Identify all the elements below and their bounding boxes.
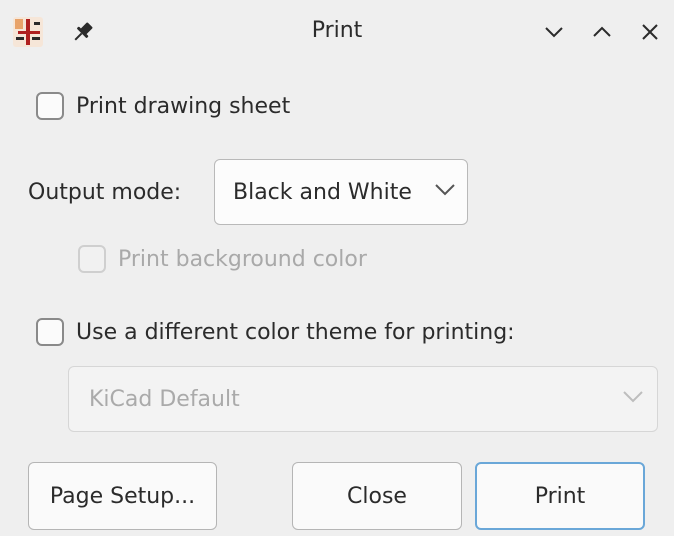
close-icon[interactable]	[634, 16, 666, 48]
color-theme-value: KiCad Default	[89, 386, 240, 412]
different-color-theme-label: Use a different color theme for printing…	[76, 319, 515, 345]
window-title: Print	[311, 18, 363, 43]
page-setup-button[interactable]: Page Setup...	[28, 462, 217, 530]
close-button[interactable]: Close	[292, 462, 462, 530]
print-drawing-sheet-checkbox[interactable]	[36, 92, 64, 120]
print-drawing-sheet-option[interactable]: Print drawing sheet	[36, 92, 290, 120]
different-color-theme-checkbox[interactable]	[36, 318, 64, 346]
chevron-down-icon[interactable]	[538, 16, 570, 48]
chevron-down-icon	[433, 177, 457, 207]
chevron-up-icon[interactable]	[586, 16, 618, 48]
print-dialog: Print Print drawing sheet Output mode: B…	[0, 0, 674, 536]
different-color-theme-option[interactable]: Use a different color theme for printing…	[36, 318, 515, 346]
output-mode-value: Black and White	[233, 179, 412, 205]
output-mode-select[interactable]: Black and White	[214, 159, 468, 225]
print-button[interactable]: Print	[475, 462, 645, 530]
print-drawing-sheet-label: Print drawing sheet	[76, 93, 291, 119]
output-mode-label: Output mode:	[28, 180, 182, 205]
title-bar: Print	[0, 0, 674, 64]
chevron-down-icon	[621, 384, 645, 414]
print-background-color-label: Print background color	[118, 246, 367, 272]
print-background-color-checkbox	[78, 245, 106, 273]
color-theme-select: KiCad Default	[68, 366, 658, 432]
print-background-color-option: Print background color	[78, 245, 367, 273]
